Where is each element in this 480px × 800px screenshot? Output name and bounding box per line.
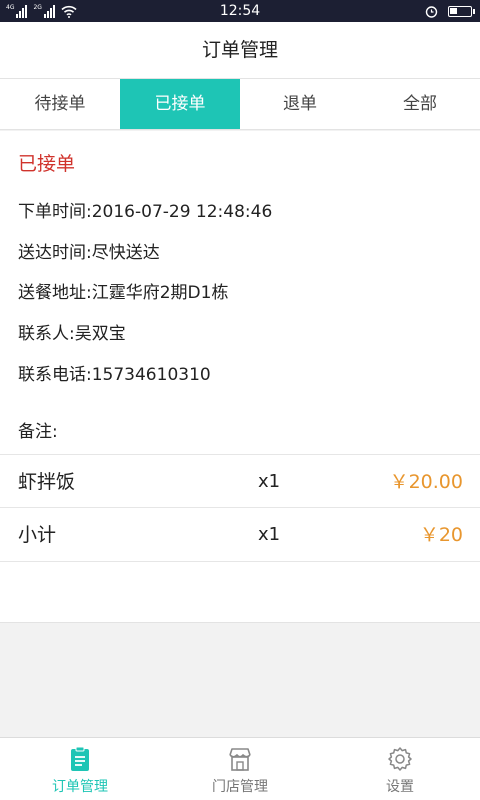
nav-label: 订单管理 [52, 779, 108, 795]
tab-all[interactable]: 全部 [360, 79, 480, 129]
order-status: 已接单 [18, 153, 76, 175]
store-icon [229, 748, 251, 771]
status-time: 12:54 [219, 3, 261, 19]
contact-phone: 联系电话:15734610310 [18, 365, 211, 385]
order-item-row: 虾拌饭 x1 ￥20.00 [0, 454, 480, 508]
clipboard-icon [71, 746, 89, 771]
page-title: 订单管理 [201, 39, 278, 61]
nav-store-management[interactable]: 门店管理 [160, 738, 320, 800]
delivery-address: 送餐地址:江霆华府2期D1栋 [18, 283, 229, 303]
title-bar: 订单管理 [0, 22, 480, 79]
nav-order-management[interactable]: 订单管理 [0, 738, 160, 800]
nav-settings[interactable]: 设置 [320, 738, 480, 800]
battery-icon [448, 5, 475, 17]
order-remark: 备注: [18, 422, 58, 442]
tab-refund[interactable]: 退单 [240, 79, 360, 129]
subtotal-row: 小计 x1 ￥20 [0, 508, 480, 562]
status-bar: 4G 2G 12:54 [0, 0, 480, 22]
subtotal-qty: x1 [258, 524, 281, 545]
nav-label: 设置 [386, 779, 414, 795]
tab-accepted[interactable]: 已接单 [120, 79, 240, 129]
nav-label: 门店管理 [212, 779, 268, 795]
bottom-nav: 订单管理 门店管理 设置 [0, 737, 480, 800]
item-name: 虾拌饭 [18, 471, 76, 493]
order-tabs: 待接单 已接单 退单 全部 [0, 79, 480, 130]
tab-pending[interactable]: 待接单 [0, 79, 120, 129]
item-qty: x1 [258, 471, 281, 492]
order-time: 下单时间:2016-07-29 12:48:46 [18, 202, 273, 222]
subtotal-price: ￥20 [419, 524, 463, 546]
item-price: ￥20.00 [389, 471, 463, 493]
alarm-icon [425, 5, 438, 18]
gear-icon [388, 747, 412, 771]
subtotal-label: 小计 [18, 524, 57, 546]
order-detail: 已接单 下单时间:2016-07-29 12:48:46 送达时间:尽快送达 送… [0, 131, 480, 623]
status-right [425, 4, 475, 18]
contact-name: 联系人:吴双宝 [18, 324, 126, 344]
delivery-time: 送达时间:尽快送达 [18, 243, 160, 263]
